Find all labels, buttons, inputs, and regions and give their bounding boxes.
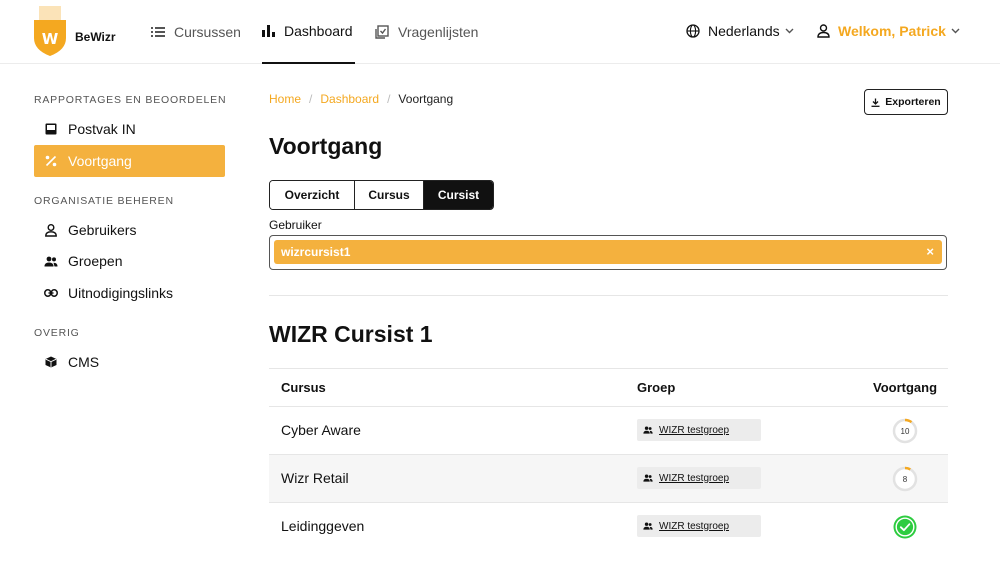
percent-icon [44,155,58,167]
language-label: Nederlands [708,23,780,39]
table-header: Cursus Groep Voortgang [269,368,948,407]
student-name-heading: WIZR Cursist 1 [269,321,433,347]
progress-ring: 10 [892,418,918,444]
breadcrumb-separator: / [309,92,313,106]
brand-name: BeWizr [75,30,116,44]
users-icon [44,256,58,267]
selected-user-value: wizrcursist1 [281,245,351,259]
sidebar-item-groepen[interactable]: Groepen [34,245,225,277]
export-label: Exporteren [885,96,941,108]
nav-vragenlijsten[interactable]: Vragenlijsten [375,0,478,64]
table-row[interactable]: Wizr Retail WIZR testgroep 8 [269,455,948,503]
progress-value: 8 [902,474,908,484]
list-icon [151,26,165,38]
progress-table: Cursus Groep Voortgang Cyber Aware WIZR … [269,368,948,551]
export-button[interactable]: Exporteren [864,89,948,115]
nav-label: Dashboard [284,23,353,39]
sidebar-item-postvak-in[interactable]: Postvak IN [34,113,225,145]
tab-cursus[interactable]: Cursus [354,181,423,209]
breadcrumb-dashboard[interactable]: Dashboard [320,92,379,106]
breadcrumb-current: Voortgang [398,92,454,106]
users-icon [643,474,653,482]
sidebar-item-label: Voortgang [68,153,132,169]
sidebar-heading: RAPPORTAGES EN BEOORDELEN [34,94,227,106]
cube-icon [44,356,58,368]
bewizr-logo[interactable]: W BeWizr [33,6,116,56]
svg-text:W: W [42,30,59,48]
sidebar-item-label: Uitnodigingslinks [68,285,174,301]
nav-label: Cursussen [174,24,241,40]
table-row[interactable]: Cyber Aware WIZR testgroep 10 [269,407,948,455]
view-tabs: Overzicht Cursus Cursist [269,180,494,210]
top-navigation-bar: W BeWizr Cursussen Dashboard Vragenlijst… [0,0,1000,64]
sidebar-item-label: Postvak IN [68,121,136,137]
group-link[interactable]: WIZR testgroep [659,521,729,532]
users-icon [643,522,653,530]
nav-cursussen[interactable]: Cursussen [151,0,241,64]
group-badge[interactable]: WIZR testgroep [637,419,761,441]
column-header-course: Cursus [281,380,326,395]
globe-icon [686,24,700,38]
user-greeting: Welkom, Patrick [838,23,946,39]
progress-complete [892,514,918,540]
breadcrumb-separator: / [387,92,391,106]
progress-value: 10 [900,426,910,436]
nav-label: Vragenlijsten [398,24,479,40]
shield-logo-icon: W [33,6,67,56]
group-badge[interactable]: WIZR testgroep [637,515,761,537]
user-icon [44,223,58,237]
users-icon [643,426,653,434]
course-name: Leidinggeven [281,518,365,534]
language-selector[interactable]: Nederlands [686,0,794,62]
check-circle-icon [893,515,917,539]
progress-ring: 8 [892,466,918,492]
user-filter-label: Gebruiker [269,218,322,232]
clear-selection-icon[interactable]: × [926,245,934,259]
course-name: Cyber Aware [281,422,361,438]
breadcrumb-home[interactable]: Home [269,92,301,106]
chevron-down-icon [785,28,794,34]
column-header-group: Groep [637,380,676,395]
sidebar-item-uitnodigingslinks[interactable]: Uitnodigingslinks [34,277,225,309]
selected-user-chip: wizrcursist1 × [274,240,942,264]
divider [269,295,948,296]
user-menu[interactable]: Welkom, Patrick [817,0,960,62]
breadcrumb: Home / Dashboard / Voortgang [269,92,453,106]
sidebar-item-cms[interactable]: CMS [34,346,225,378]
sidebar-item-label: Gebruikers [68,222,137,238]
link-icon [44,289,58,297]
column-header-progress: Voortgang [873,380,938,395]
user-filter-select[interactable]: wizrcursist1 × [269,235,947,270]
tab-cursist[interactable]: Cursist [423,181,493,209]
chevron-down-icon [951,28,960,34]
group-link[interactable]: WIZR testgroep [659,473,729,484]
nav-dashboard[interactable]: Dashboard [262,0,355,64]
user-icon [817,24,830,38]
group-link[interactable]: WIZR testgroep [659,425,729,436]
download-icon [871,98,880,107]
group-badge[interactable]: WIZR testgroep [637,467,761,489]
sidebar-item-gebruikers[interactable]: Gebruikers [34,214,225,246]
sidebar-item-label: CMS [68,354,100,370]
sidebar-item-label: Groepen [68,253,123,269]
tab-overzicht[interactable]: Overzicht [270,181,354,209]
sidebar-heading: ORGANISATIE BEHEREN [34,195,174,207]
sidebar-heading: OVERIG [34,327,80,339]
inbox-icon [44,123,58,135]
checklist-icon [375,25,389,39]
table-row[interactable]: Leidinggeven WIZR testgroep [269,503,948,551]
page-title: Voortgang [269,133,383,159]
course-name: Wizr Retail [281,470,349,486]
sidebar-item-voortgang[interactable]: Voortgang [34,145,225,177]
bar-chart-icon [262,25,275,37]
